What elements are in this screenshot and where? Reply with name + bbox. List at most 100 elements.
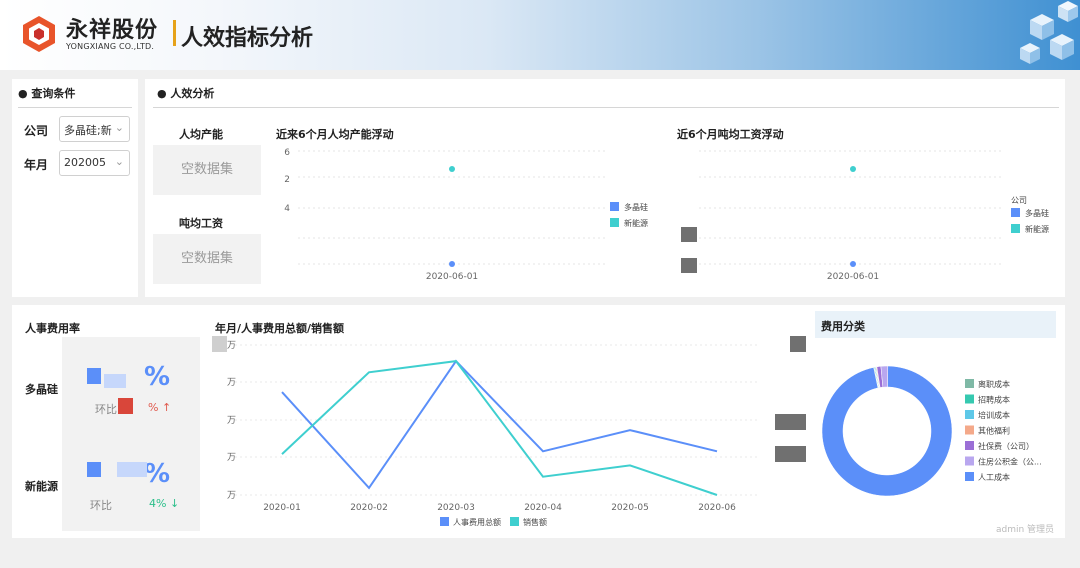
legend-label: 多晶硅 xyxy=(624,202,648,212)
legend-swatch xyxy=(440,517,449,526)
redacted-tick-block xyxy=(212,336,227,352)
x-tick-label: 2020-06-01 xyxy=(426,272,478,282)
redacted-tick-block xyxy=(775,446,806,462)
legend-label: 其他福利 xyxy=(978,426,1010,436)
brand-name: 永祥股份 xyxy=(66,18,159,43)
legend-swatch xyxy=(965,441,974,450)
redacted-value-block xyxy=(118,398,133,414)
y-tick-unit: 万 xyxy=(227,491,236,501)
decorative-cubes-icon xyxy=(1020,1,1078,64)
y-tick-unit: 万 xyxy=(227,416,236,426)
x-tick-label: 2020-01 xyxy=(263,503,301,513)
mom-value-2: 4% ↓ xyxy=(149,497,180,510)
x-tick-label: 2020-05 xyxy=(611,503,649,513)
legend-label: 招聘成本 xyxy=(978,395,1010,405)
company-label: 公司 xyxy=(24,124,49,138)
mom-label-2: 环比 xyxy=(90,499,112,512)
legend-label: 新能源 xyxy=(1025,224,1049,234)
company-logo-icon xyxy=(23,16,55,52)
data-point-new-energy xyxy=(449,166,455,172)
legend-label: 住房公积金（公... xyxy=(978,457,1042,467)
legend-title: 公司 xyxy=(1011,196,1027,205)
cost-category-donut: 离职成本招聘成本培训成本其他福利社保费（公司） 住房公积金（公... 人工成本 xyxy=(821,365,1042,497)
legend-label: 社保费（公司） xyxy=(978,441,1034,451)
legend-swatch xyxy=(965,456,974,466)
series-line-hr-cost xyxy=(281,359,718,490)
mom-label-1: 环比 xyxy=(95,403,117,416)
per-capita-empty: 空数据集 xyxy=(153,145,261,195)
data-point-new-energy xyxy=(850,166,856,172)
redacted-tick-block xyxy=(775,414,806,430)
ratio-card-2 xyxy=(62,437,200,531)
capacity-scatter-chart: 6 2 4 2020-06-01 多晶硅新能源 xyxy=(284,148,648,282)
legend-label: 人工成本 xyxy=(978,472,1010,482)
entity-label-2: 新能源 xyxy=(25,480,58,493)
company-select[interactable]: 多晶硅;新 ⌄ xyxy=(59,116,130,142)
legend-swatch xyxy=(965,425,974,435)
y-tick-label: 2 xyxy=(284,175,290,185)
x-tick-label: 2020-02 xyxy=(350,503,388,513)
title-divider xyxy=(173,20,176,46)
ratio-title: 人事费用率 xyxy=(25,322,80,335)
legend-label: 离职成本 xyxy=(978,379,1010,389)
x-tick-label: 2020-06-01 xyxy=(827,272,879,282)
legend-label: 销售额 xyxy=(523,517,547,527)
query-panel: ● 查询条件 公司 多晶硅;新 ⌄ 年月 202005 ⌄ xyxy=(12,79,138,297)
efficiency-divider xyxy=(153,107,1059,108)
legend-label: 人事费用总额 xyxy=(453,517,501,527)
cost-category-title: 费用分类 xyxy=(815,311,1056,338)
legend-label: 多晶硅 xyxy=(1025,208,1049,218)
legend-label: 新能源 xyxy=(624,218,648,228)
cost-sales-line-chart: 万万万万万2020-01 2020-02 2020-03 2020-04 2020-05… xyxy=(227,341,760,527)
chevron-down-icon: ⌄ xyxy=(114,121,124,134)
y-tick-label: 6 xyxy=(284,148,290,158)
legend-swatch xyxy=(610,202,619,211)
month-select[interactable]: 202005 ⌄ xyxy=(59,150,130,176)
legend-swatch xyxy=(965,394,974,404)
efficiency-panel-title: ● 人效分析 xyxy=(157,87,215,100)
redacted-value-block xyxy=(87,462,101,477)
redacted-value-block xyxy=(117,462,147,477)
legend-swatch xyxy=(1011,224,1020,233)
mom-value-1: % ↑ xyxy=(148,401,172,414)
salary-scatter-chart: 2020-06-01 公司多晶硅新能源 xyxy=(699,150,1049,282)
page-title: 人效指标分析 xyxy=(181,26,314,51)
query-divider xyxy=(18,107,132,108)
redacted-value-block xyxy=(104,374,126,388)
per-capita-label: 人均产能 xyxy=(179,128,223,141)
brand-english-name: YONGXIANG CO.,LTD. xyxy=(66,42,155,51)
x-tick-label: 2020-06 xyxy=(698,503,736,513)
legend-swatch xyxy=(610,218,619,227)
x-tick-label: 2020-04 xyxy=(524,503,562,513)
x-tick-label: 2020-03 xyxy=(437,503,475,513)
legend-swatch xyxy=(510,517,519,526)
query-panel-title: ● 查询条件 xyxy=(18,87,76,100)
y-tick-label: 4 xyxy=(284,204,290,214)
legend-swatch xyxy=(965,410,974,419)
per-ton-label: 吨均工资 xyxy=(179,217,223,230)
ratio-value-2: % xyxy=(144,459,171,489)
redacted-tick-block xyxy=(790,336,806,352)
series-line-sales xyxy=(281,360,718,496)
y-tick-unit: 万 xyxy=(227,378,236,388)
current-user: admin 管理员 xyxy=(996,525,1055,535)
ratio-card-1 xyxy=(62,337,200,437)
redacted-value-block xyxy=(87,368,101,384)
redacted-tick-block xyxy=(681,227,697,242)
per-ton-empty: 空数据集 xyxy=(153,234,261,284)
app-header: 永祥股份 YONGXIANG CO.,LTD. 人效指标分析 xyxy=(0,0,1080,70)
capacity-chart-title: 近来6个月人均产能浮动 xyxy=(276,128,394,141)
ratio-value-1: % xyxy=(144,362,171,392)
y-tick-unit: 万 xyxy=(227,341,236,351)
salary-chart-title: 近6个月吨均工资浮动 xyxy=(677,128,784,141)
legend-label: 培训成本 xyxy=(978,410,1010,420)
legend-swatch xyxy=(965,379,974,388)
y-tick-unit: 万 xyxy=(227,453,236,463)
month-select-value: 202005 xyxy=(64,156,106,169)
data-point-polysilicon xyxy=(850,261,856,267)
chevron-down-icon: ⌄ xyxy=(114,155,124,168)
entity-label-1: 多晶硅 xyxy=(25,383,58,396)
month-label: 年月 xyxy=(24,158,49,172)
legend-swatch xyxy=(965,472,974,481)
company-select-value: 多晶硅;新 xyxy=(64,124,112,137)
